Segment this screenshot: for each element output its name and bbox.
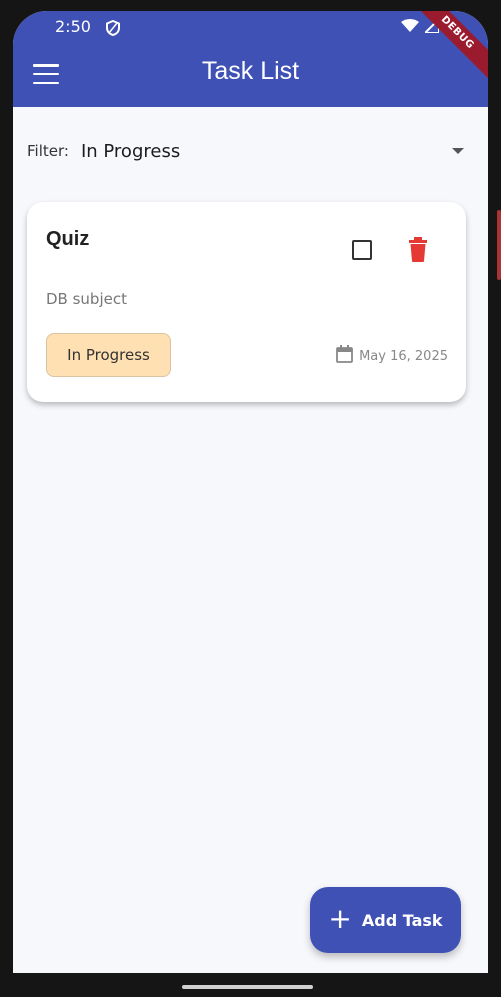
task-title: Quiz [46, 228, 90, 250]
status-time: 2:50 [55, 17, 91, 36]
filter-label: Filter: [27, 142, 69, 160]
due-date-text: May 16, 2025 [359, 348, 448, 364]
task-card[interactable]: Quiz DB subject In Progress May 16, 2025 [27, 202, 466, 402]
add-task-label: Add Task [361, 910, 443, 930]
due-date: May 16, 2025 [336, 345, 448, 367]
plus-icon: + [328, 902, 352, 935]
page-title: Task List [201, 57, 300, 85]
task-description: DB subject [46, 290, 127, 308]
delete-icon[interactable] [407, 237, 429, 263]
add-task-button[interactable]: + Add Task [310, 887, 461, 953]
filter-selected-value[interactable]: In Progress [81, 141, 452, 162]
device-side-button [497, 210, 501, 280]
wifi-icon [401, 18, 419, 37]
status-filter-dropdown[interactable]: Filter: In Progress [27, 137, 464, 165]
dropdown-arrow-icon[interactable] [452, 148, 464, 154]
shield-icon [106, 19, 120, 40]
status-badge[interactable]: In Progress [46, 333, 171, 377]
complete-checkbox[interactable] [352, 240, 372, 260]
app-bar: 2:50 Task List DEBUG [13, 11, 488, 107]
calendar-icon [336, 345, 353, 367]
app-screen: 2:50 Task List DEBUG Filter: In Progress… [13, 11, 488, 973]
home-indicator[interactable] [182, 985, 313, 989]
